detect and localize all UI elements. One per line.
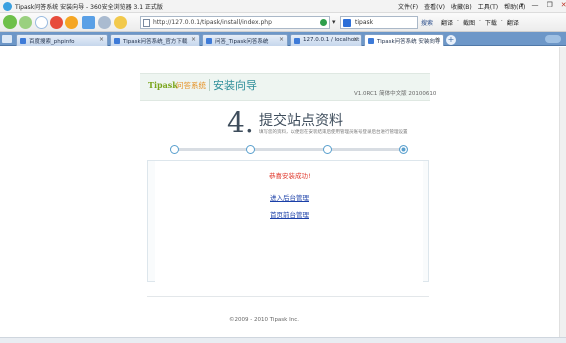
tab-tipask-qa[interactable]: 问答_Tipask问答系统 × bbox=[202, 34, 288, 46]
tab-close-icon[interactable]: × bbox=[279, 36, 284, 43]
dropdown-icon[interactable]: ▾ bbox=[520, 1, 524, 9]
window-title-bar: Tipask问答系统 安装向导 - 360安全浏览器 3.1 正式版 文件(F)… bbox=[0, 0, 566, 13]
installer-header: Tipask 问答系统 安装向导 V1.0RC1 简体中文版 20100610 bbox=[140, 73, 436, 101]
header-divider bbox=[209, 79, 210, 91]
footer-divider bbox=[147, 296, 429, 297]
maximize-icon[interactable]: ❐ bbox=[547, 1, 553, 9]
search-engine-icon[interactable] bbox=[343, 19, 351, 27]
admin-link[interactable]: 进入后台管理 bbox=[270, 192, 309, 202]
tab-label: 百度搜索_phpinfo bbox=[29, 39, 75, 45]
tab-close-icon[interactable]: × bbox=[353, 36, 358, 43]
stop-icon[interactable] bbox=[50, 16, 63, 29]
search-box[interactable]: tipask bbox=[340, 16, 418, 29]
browser-logo-icon bbox=[3, 1, 12, 11]
tab-bar: 百度搜索_phpinfo × Tipask问答系统_官方下载 × 问答_Tipa… bbox=[0, 32, 566, 46]
progress-step-1 bbox=[170, 145, 179, 154]
close-icon[interactable]: ✕ bbox=[561, 1, 566, 9]
home-link[interactable]: 首页前台管理 bbox=[270, 209, 309, 219]
window-controls: ▾ — ❐ ✕ bbox=[520, 1, 566, 9]
progress-step-4 bbox=[399, 145, 408, 154]
tab-close-icon[interactable]: × bbox=[99, 36, 104, 43]
window-title: Tipask问答系统 安装向导 - 360安全浏览器 3.1 正式版 bbox=[15, 3, 163, 11]
step-progress bbox=[140, 144, 430, 156]
tab-baidu[interactable]: 百度搜索_phpinfo × bbox=[16, 34, 108, 46]
page-viewport: Tipask 问答系统 安装向导 V1.0RC1 简体中文版 20100610 … bbox=[0, 47, 566, 343]
tab-label: Tipask问答系统_官方下载 bbox=[123, 39, 188, 45]
address-bar[interactable]: http://127.0.0.1/tipask/install/index.ph… bbox=[140, 16, 330, 29]
progress-step-3 bbox=[323, 145, 332, 154]
tab-tipask-download[interactable]: Tipask问答系统_官方下载 × bbox=[110, 34, 200, 46]
translate-button-2[interactable]: 翻译 bbox=[507, 18, 519, 27]
translate-button[interactable]: 翻译 bbox=[441, 18, 453, 27]
search-input[interactable]: tipask bbox=[355, 19, 373, 26]
screenshot-button[interactable]: 截图 bbox=[463, 18, 475, 27]
page-icon bbox=[143, 19, 150, 27]
copyright-text: ©2009 - 2010 Tipask Inc. bbox=[229, 317, 299, 323]
go-icon[interactable] bbox=[320, 19, 327, 26]
menu-bar: 文件(F) 查看(V) 收藏(B) 工具(T) 帮助(H) bbox=[398, 2, 525, 11]
download-button[interactable]: 下载 bbox=[485, 18, 497, 27]
back-icon[interactable] bbox=[3, 15, 17, 29]
tab-favicon bbox=[20, 38, 26, 44]
logo-text-cn: 问答系统 bbox=[176, 81, 206, 90]
minimize-icon[interactable]: — bbox=[532, 1, 539, 9]
wizard-title: 安装向导 bbox=[213, 79, 257, 92]
home-icon[interactable] bbox=[82, 16, 95, 29]
tab-close-icon[interactable]: × bbox=[435, 36, 440, 43]
tab-label: 127.0.0.1 / localhost bbox=[303, 37, 360, 43]
vertical-scrollbar[interactable] bbox=[559, 47, 566, 343]
step-description: 填写您的资料，以便您在安装结束后使用管理员账号登录后台进行管理设置 bbox=[259, 130, 408, 135]
tab-label: Tipask问答系统 安装向导 bbox=[377, 39, 441, 45]
separator: · bbox=[457, 18, 459, 25]
toolbar-extras: 翻译 · 截图 · 下载 · 翻译 bbox=[441, 18, 519, 27]
address-dropdown-icon[interactable]: ▾ bbox=[332, 18, 336, 26]
logo-text-en: Tipask bbox=[148, 80, 178, 90]
separator: · bbox=[478, 18, 481, 25]
tab-install-wizard[interactable]: Tipask问答系统 安装向导 × bbox=[364, 34, 444, 46]
navigation-toolbar: http://127.0.0.1/tipask/install/index.ph… bbox=[0, 13, 566, 32]
tab-localhost[interactable]: 127.0.0.1 / localhost × bbox=[290, 34, 362, 46]
tab-favicon bbox=[114, 38, 120, 44]
tab-favicon bbox=[294, 38, 300, 44]
menu-view[interactable]: 查看(V) bbox=[424, 2, 445, 11]
tab-favicon bbox=[368, 38, 374, 44]
new-tab-icon[interactable]: + bbox=[446, 35, 456, 45]
tab-options-icon[interactable] bbox=[545, 35, 561, 43]
separator: · bbox=[500, 18, 503, 25]
forward-icon[interactable] bbox=[19, 16, 32, 29]
result-panel-body: 恭喜安装成功! 进入后台管理 首页前台管理 bbox=[155, 161, 423, 282]
tab-menu-icon[interactable] bbox=[2, 35, 12, 43]
undo-close-icon[interactable] bbox=[98, 16, 111, 29]
mouse-gesture-icon[interactable] bbox=[114, 16, 127, 29]
search-button[interactable]: 搜索 bbox=[421, 18, 433, 27]
step-title: 提交站点资料 bbox=[259, 113, 343, 129]
menu-file[interactable]: 文件(F) bbox=[398, 2, 418, 11]
step-number: 4. bbox=[227, 106, 254, 139]
tab-label: 问答_Tipask问答系统 bbox=[215, 39, 269, 45]
progress-track bbox=[170, 148, 405, 151]
refresh-icon[interactable] bbox=[35, 16, 48, 29]
status-bar bbox=[0, 337, 566, 343]
tab-favicon bbox=[206, 38, 212, 44]
version-label: V1.0RC1 简体中文版 20100610 bbox=[354, 91, 437, 97]
favorites-icon[interactable] bbox=[65, 16, 78, 29]
address-input[interactable]: http://127.0.0.1/tipask/install/index.ph… bbox=[153, 19, 272, 26]
result-panel: 恭喜安装成功! 进入后台管理 首页前台管理 bbox=[147, 160, 429, 282]
menu-favorites[interactable]: 收藏(B) bbox=[451, 2, 472, 11]
tab-close-icon[interactable]: × bbox=[191, 36, 196, 43]
success-message: 恭喜安装成功! bbox=[269, 172, 311, 180]
menu-tools[interactable]: 工具(T) bbox=[478, 2, 498, 11]
progress-step-2 bbox=[246, 145, 255, 154]
